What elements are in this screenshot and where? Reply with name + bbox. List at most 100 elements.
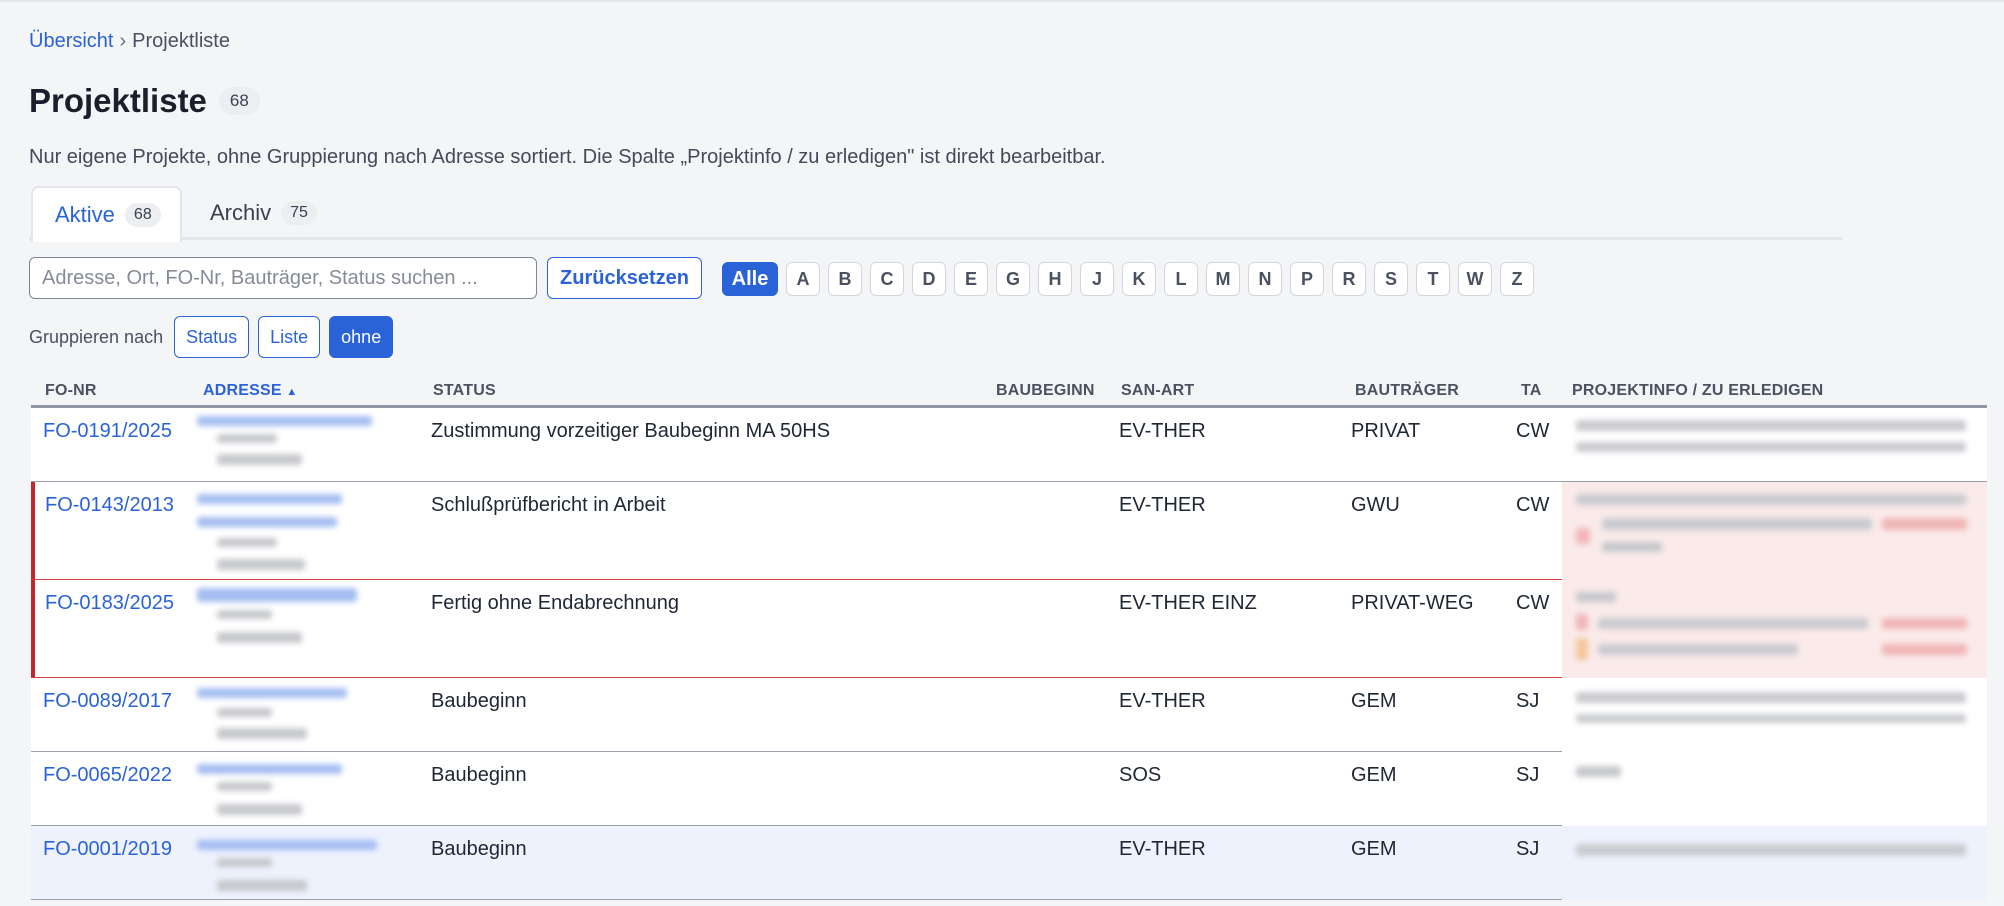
project-info-redacted (1602, 518, 1872, 530)
tab-archiv[interactable]: Archiv 75 (188, 186, 339, 240)
table-row[interactable]: FO-0191/2025 Zustimmung vorzeitiger Baub… (31, 408, 1987, 482)
column-header-ta[interactable]: TA (1521, 382, 1542, 400)
project-info-cell-warning[interactable] (1562, 580, 1987, 678)
letter-filter-t[interactable]: T (1416, 262, 1450, 296)
address-redacted (217, 782, 272, 791)
letter-filter-s[interactable]: S (1374, 262, 1408, 296)
fo-nr-link[interactable]: FO-0065/2022 (43, 764, 172, 787)
column-header-bautraeger[interactable]: BAUTRÄGER (1355, 382, 1459, 400)
san-art-text: EV-THER (1119, 838, 1206, 860)
table-header: FO-NR ADRESSE ▲ STATUS BAUBEGINN SAN-ART… (31, 374, 1987, 408)
address-redacted (217, 434, 277, 443)
letter-filter-w[interactable]: W (1458, 262, 1492, 296)
project-info-cell[interactable] (1562, 678, 1987, 752)
table-row-flagged[interactable]: FO-0183/2025 Fertig ohne Endabrechnung E… (31, 580, 1562, 678)
status-text: Baubeginn (431, 764, 527, 786)
project-info-redacted (1882, 618, 1967, 629)
tab-bar: Aktive 68 Archiv 75 (29, 186, 1842, 242)
letter-filter-l[interactable]: L (1164, 262, 1198, 296)
fo-nr-link[interactable]: FO-0143/2013 (45, 494, 174, 517)
fo-nr-link[interactable]: FO-0001/2019 (43, 838, 172, 861)
project-info-redacted[interactable] (1576, 442, 1966, 452)
grouping-label: Gruppieren nach (29, 326, 164, 347)
bautraeger-text: GEM (1351, 838, 1397, 860)
san-art-text: SOS (1119, 764, 1162, 786)
tab-label: Aktive (55, 202, 115, 227)
column-header-adresse[interactable]: ADRESSE ▲ (203, 382, 298, 400)
address-redacted (217, 538, 277, 547)
page-title: Projektliste (29, 82, 207, 119)
table-row-selected[interactable]: FO-0001/2019 Baubeginn EV-THER GEM SJ (31, 826, 1562, 900)
search-input[interactable] (29, 257, 537, 299)
letter-filter-c[interactable]: C (870, 262, 904, 296)
ta-text: CW (1516, 494, 1550, 516)
column-header-status[interactable]: STATUS (433, 382, 496, 400)
address-redacted (197, 588, 357, 602)
project-info-cell-warning[interactable] (1562, 482, 1987, 580)
group-by-liste-button[interactable]: Liste (258, 316, 321, 358)
fo-nr-link[interactable]: FO-0191/2025 (43, 420, 172, 443)
san-art-text: EV-THER (1119, 494, 1206, 516)
tab-aktive[interactable]: Aktive 68 (31, 186, 182, 242)
table-row-flagged[interactable]: FO-0143/2013 Schlußprüfbericht in Arbeit… (31, 482, 1562, 580)
address-redacted (217, 858, 272, 867)
ta-text: SJ (1516, 764, 1540, 786)
address-redacted (197, 494, 342, 504)
letter-filter-a[interactable]: A (786, 262, 820, 296)
letter-filter-alle[interactable]: Alle (722, 262, 778, 296)
letter-filter-j[interactable]: J (1080, 262, 1114, 296)
address-redacted (197, 764, 342, 774)
tab-count-badge: 68 (124, 203, 161, 227)
letter-filter-h[interactable]: H (1038, 262, 1072, 296)
letter-filter-k[interactable]: K (1122, 262, 1156, 296)
bautraeger-text: GEM (1351, 690, 1397, 712)
status-text: Zustimmung vorzeitiger Baubeginn MA 50HS (431, 420, 831, 442)
address-redacted (217, 880, 307, 891)
letter-filter-g[interactable]: G (996, 262, 1030, 296)
letter-filter-m[interactable]: M (1206, 262, 1240, 296)
ta-text: CW (1516, 420, 1550, 442)
column-header-fo-nr[interactable]: FO-NR (45, 382, 97, 400)
column-header-san-art[interactable]: SAN-ART (1121, 382, 1194, 400)
project-info-cell[interactable] (1562, 826, 1987, 900)
address-redacted (217, 632, 302, 643)
address-redacted (217, 728, 307, 739)
project-info-redacted (1576, 692, 1966, 703)
group-by-ohne-button[interactable]: ohne (329, 316, 394, 358)
page-description: Nur eigene Projekte, ohne Gruppierung na… (29, 146, 1106, 168)
reset-button[interactable]: Zurücksetzen (547, 257, 702, 299)
san-art-text: EV-THER EINZ (1119, 592, 1257, 614)
breadcrumb: Übersicht › Projektliste (29, 30, 230, 53)
status-text: Schlußprüfbericht in Arbeit (431, 494, 666, 516)
letter-filter-n[interactable]: N (1248, 262, 1282, 296)
project-info-redacted[interactable] (1576, 420, 1966, 431)
status-text: Baubeginn (431, 690, 527, 712)
fo-nr-link[interactable]: FO-0183/2025 (45, 592, 174, 615)
tab-label: Archiv (210, 200, 272, 225)
page-header: Projektliste 68 (29, 82, 260, 120)
tab-count-badge: 75 (281, 201, 317, 225)
letter-filter-e[interactable]: E (954, 262, 988, 296)
project-info-redacted (1602, 542, 1662, 552)
column-header-projektinfo[interactable]: PROJEKTINFO / ZU ERLEDIGEN (1572, 382, 1823, 400)
table-row[interactable]: FO-0065/2022 Baubeginn SOS GEM SJ (31, 752, 1562, 826)
table-row[interactable]: FO-0089/2017 Baubeginn EV-THER GEM SJ (31, 678, 1562, 752)
letter-filter-z[interactable]: Z (1500, 262, 1534, 296)
letter-filter-p[interactable]: P (1290, 262, 1324, 296)
column-header-baubeginn[interactable]: BAUBEGINN (996, 382, 1095, 400)
fo-nr-link[interactable]: FO-0089/2017 (43, 690, 172, 713)
bautraeger-text: GWU (1351, 494, 1400, 516)
letter-filter-r[interactable]: R (1332, 262, 1366, 296)
group-by-status-button[interactable]: Status (174, 316, 250, 358)
breadcrumb-home-link[interactable]: Übersicht (29, 30, 113, 52)
project-info-redacted (1576, 766, 1621, 777)
letter-filter-b[interactable]: B (828, 262, 862, 296)
project-info-redacted (1882, 518, 1967, 530)
top-border (0, 0, 2004, 2)
letter-filter-d[interactable]: D (912, 262, 946, 296)
project-info-redacted (1598, 618, 1868, 629)
project-info-cell[interactable] (1562, 752, 1987, 826)
address-redacted (217, 610, 272, 619)
status-text: Fertig ohne Endabrechnung (431, 592, 679, 614)
san-art-text: EV-THER (1119, 420, 1206, 442)
